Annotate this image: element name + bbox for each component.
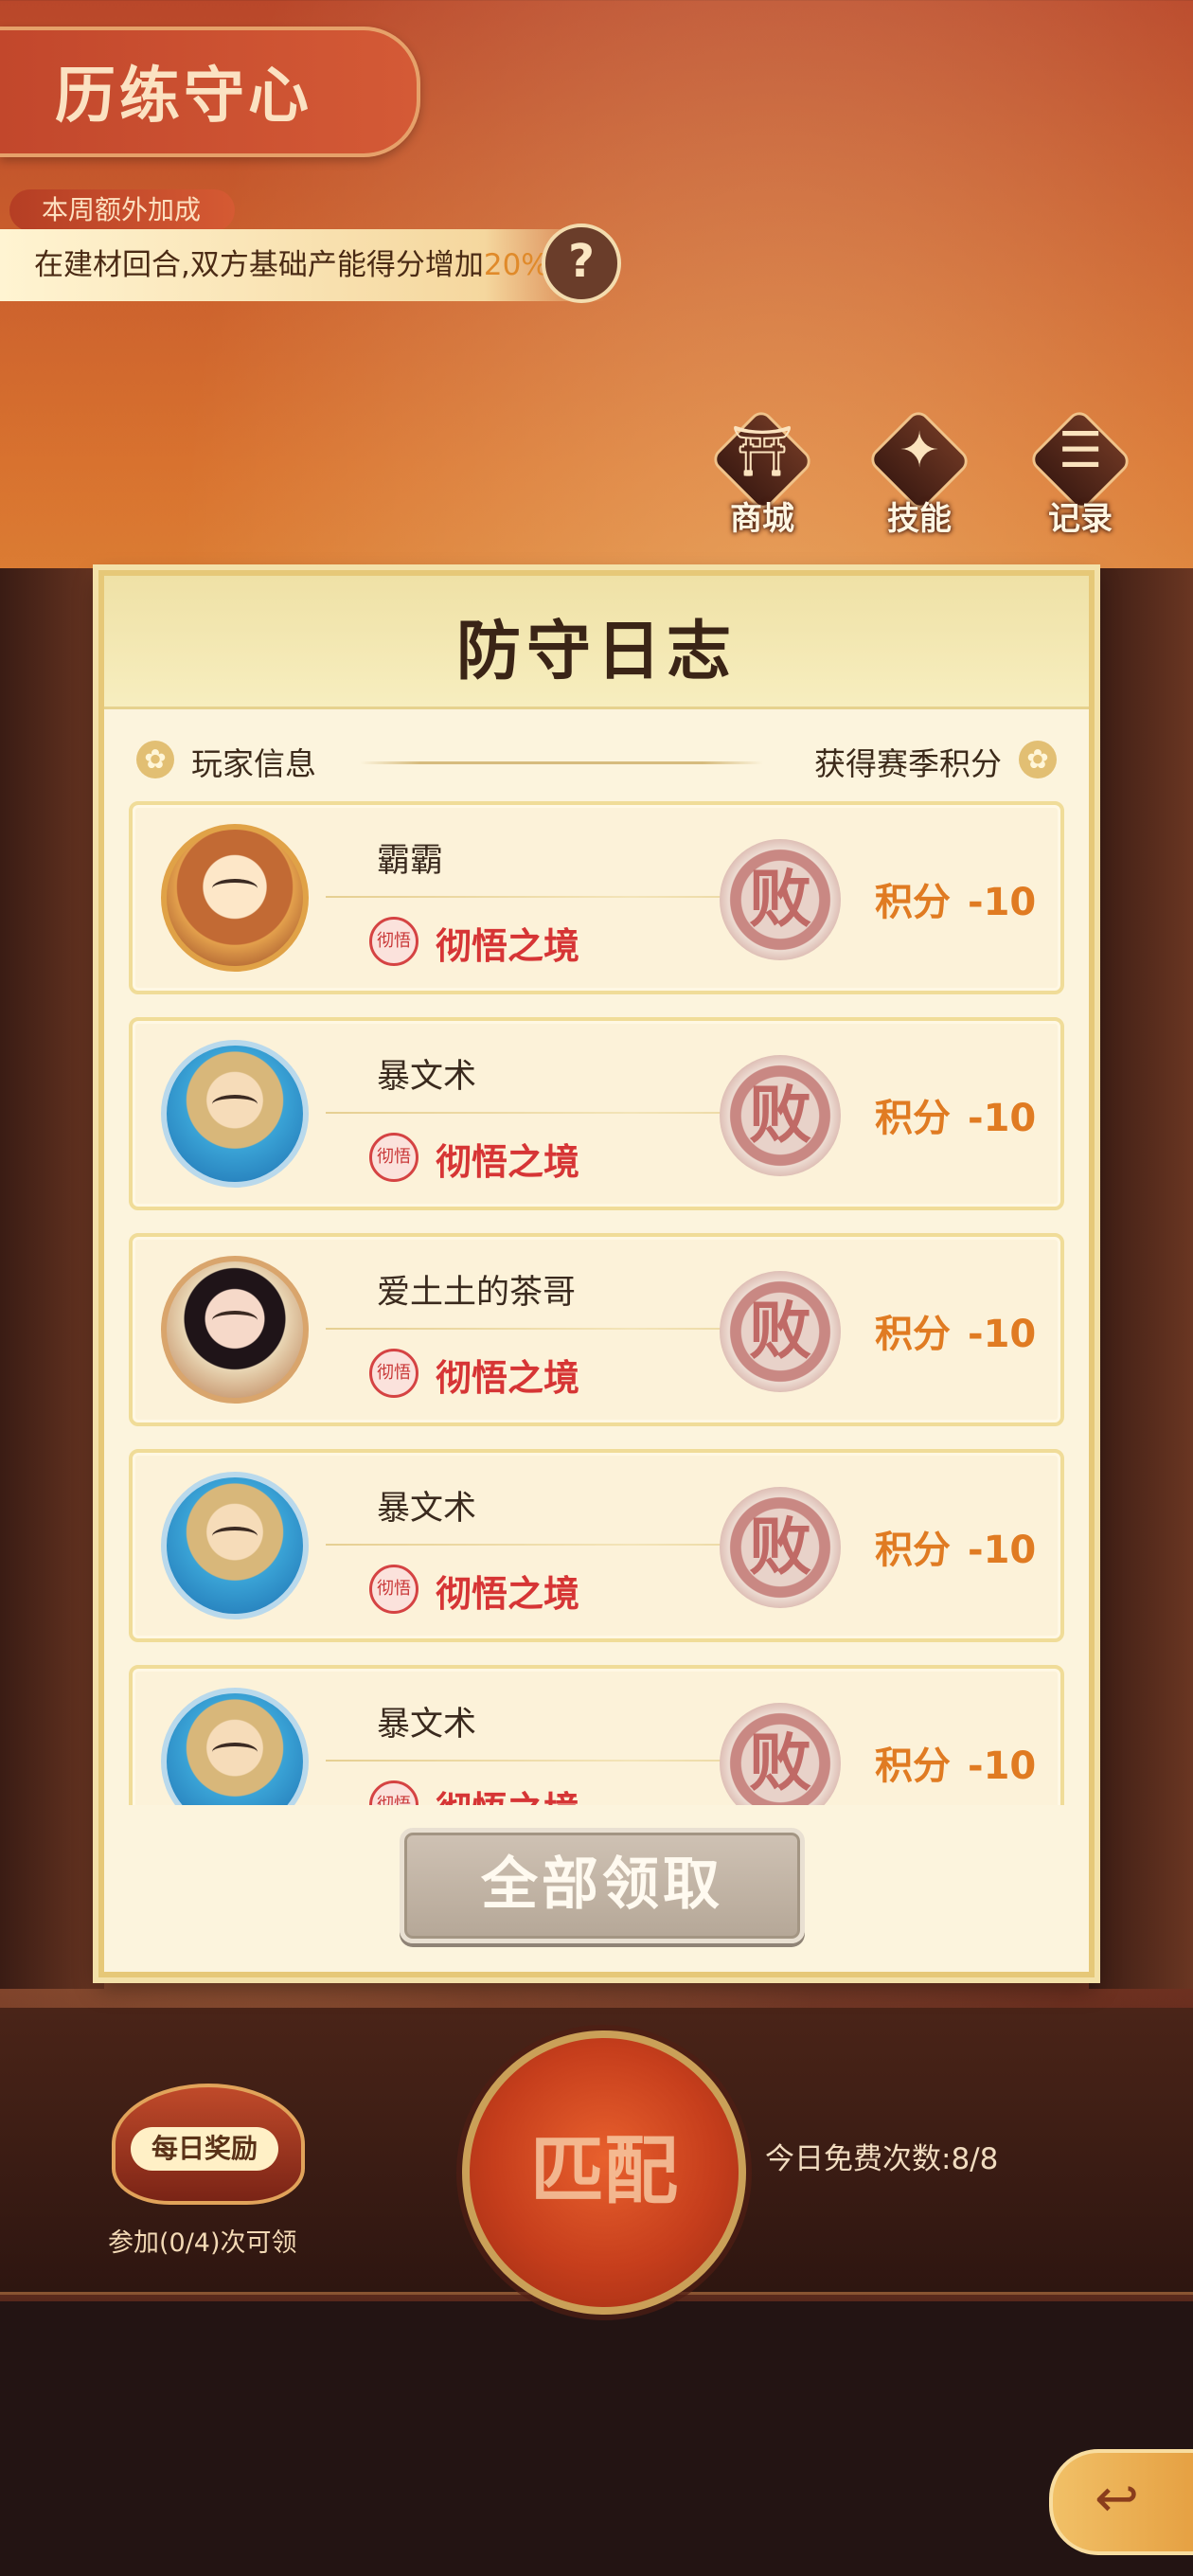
log-row: 霸霸 彻悟 彻悟之境 败 积分 -10 — [129, 801, 1064, 994]
free-attempts-count: 今日免费次数:8/8 — [765, 2142, 999, 2176]
defense-log-modal: 防守日志 ✿ 玩家信息 获得赛季积分 ✿ 霸霸 彻悟 彻悟之境 败 积分 -10 … — [98, 570, 1095, 1977]
player-name: 爱土土的茶哥 — [377, 1274, 577, 1312]
title-banner: 历练守心 — [0, 27, 420, 157]
daily-reward-label: 每日奖励 — [131, 2127, 278, 2171]
player-avatar[interactable] — [161, 1040, 309, 1188]
column-divider — [360, 761, 763, 764]
player-realm: 彻悟之境 — [436, 1357, 580, 1399]
score-text: 积分 -10 — [875, 1087, 1036, 1142]
realm-badge-icon: 彻悟 — [369, 917, 418, 966]
question-icon: ? — [568, 235, 595, 288]
record-icon: ☰ — [1058, 422, 1103, 479]
avatar-face — [212, 1743, 258, 1762]
player-avatar[interactable] — [161, 824, 309, 972]
weekly-bonus-tag: 本周额外加成 — [9, 189, 236, 231]
player-realm: 彻悟之境 — [436, 1573, 580, 1615]
back-button[interactable]: ↩ — [1049, 2449, 1193, 2555]
skill-icon: ✦ — [899, 422, 940, 479]
player-name: 暴文术 — [377, 1058, 477, 1096]
score-label: 积分 — [875, 1313, 951, 1356]
modal-title: 防守日志 — [455, 614, 737, 689]
back-arrow-icon: ↩ — [1095, 2468, 1139, 2530]
nav-skill-label: 技能 — [887, 500, 952, 538]
claim-all-button[interactable]: 全部领取 — [400, 1828, 805, 1943]
avatar-face — [212, 879, 258, 898]
defeat-stamp: 败 — [720, 839, 841, 960]
player-name: 暴文术 — [377, 1490, 477, 1528]
claim-area: 全部领取 — [104, 1811, 1089, 1972]
match-button[interactable]: 匹配 — [462, 2030, 746, 2315]
score-text: 积分 -10 — [875, 1519, 1036, 1574]
flower-icon: ✿ — [1019, 741, 1057, 778]
log-row: 暴文术 彻悟 彻悟之境 败 积分 -10 — [129, 1449, 1064, 1642]
player-name: 暴文术 — [377, 1706, 477, 1744]
avatar-face — [212, 1527, 258, 1546]
score-value: -10 — [968, 881, 1037, 924]
score-value: -10 — [968, 1529, 1037, 1572]
score-text: 积分 -10 — [875, 1303, 1036, 1358]
defeat-stamp: 败 — [720, 1055, 841, 1176]
player-name: 霸霸 — [377, 842, 444, 880]
weekly-bonus-bar: 在建材回合,双方基础产能得分增加20% — [0, 229, 606, 301]
match-label: 匹配 — [529, 2128, 678, 2214]
daily-reward-progress: 参加(0/4)次可领 — [108, 2228, 297, 2258]
player-realm: 彻悟之境 — [436, 1141, 580, 1183]
score-value: -10 — [968, 1097, 1037, 1140]
defeat-stamp: 败 — [720, 1271, 841, 1392]
score-text: 积分 -10 — [875, 871, 1036, 926]
player-avatar[interactable] — [161, 1472, 309, 1619]
help-button[interactable]: ? — [542, 224, 621, 303]
flower-icon: ✿ — [136, 741, 174, 778]
log-row: 暴文术 彻悟 彻悟之境 败 积分 -10 — [129, 1665, 1064, 1805]
background-pillar-left — [0, 568, 104, 1989]
daily-reward-button[interactable]: 每日奖励 — [98, 2046, 307, 2235]
column-player-info: 玩家信息 — [191, 745, 316, 782]
background-bottom — [0, 2301, 1193, 2576]
nav-record-button[interactable]: ☰ 记录 — [1019, 405, 1142, 538]
score-label: 积分 — [875, 1744, 951, 1788]
nav-skill-button[interactable]: ✦ 技能 — [858, 405, 981, 538]
player-realm: 彻悟之境 — [436, 1780, 579, 1805]
player-realm: 彻悟之境 — [436, 925, 580, 967]
realm-badge-icon: 彻悟 — [369, 1349, 418, 1398]
score-value: -10 — [968, 1313, 1037, 1356]
nav-shop-label: 商城 — [730, 500, 794, 538]
score-value: -10 — [968, 1744, 1037, 1788]
weekly-bonus-percent: 20% — [483, 248, 549, 282]
page-title: 历练守心 — [55, 61, 312, 132]
weekly-bonus-text: 在建材回合,双方基础产能得分增加 — [34, 248, 484, 282]
score-label: 积分 — [875, 1529, 951, 1572]
avatar-face — [212, 1095, 258, 1114]
score-label: 积分 — [875, 1097, 951, 1140]
defeat-stamp: 败 — [720, 1487, 841, 1608]
score-label: 积分 — [875, 881, 951, 924]
realm-badge-icon: 彻悟 — [369, 1565, 418, 1614]
log-row: 爱土土的茶哥 彻悟 彻悟之境 败 积分 -10 — [129, 1233, 1064, 1426]
shop-icon: ⛩ — [730, 423, 793, 480]
defense-log-list[interactable]: 霸霸 彻悟 彻悟之境 败 积分 -10 暴文术 彻悟 彻悟之境 败 积分 -10 爱… — [129, 801, 1064, 1805]
column-header: ✿ 玩家信息 获得赛季积分 ✿ — [136, 733, 1057, 790]
log-row: 暴文术 彻悟 彻悟之境 败 积分 -10 — [129, 1017, 1064, 1210]
modal-header: 防守日志 — [104, 576, 1089, 709]
defeat-stamp: 败 — [720, 1703, 841, 1805]
score-text: 积分 -10 — [875, 1735, 1036, 1790]
nav-record-label: 记录 — [1048, 500, 1113, 538]
background-pillar-right — [1089, 568, 1193, 1989]
column-season-points: 获得赛季积分 — [814, 745, 1002, 782]
player-avatar[interactable] — [161, 1256, 309, 1404]
avatar-face — [212, 1311, 258, 1330]
nav-shop-button[interactable]: ⛩ 商城 — [701, 405, 824, 538]
realm-badge-icon: 彻悟 — [369, 1133, 418, 1182]
realm-badge-icon: 彻悟 — [369, 1780, 418, 1805]
player-avatar[interactable] — [161, 1688, 309, 1805]
